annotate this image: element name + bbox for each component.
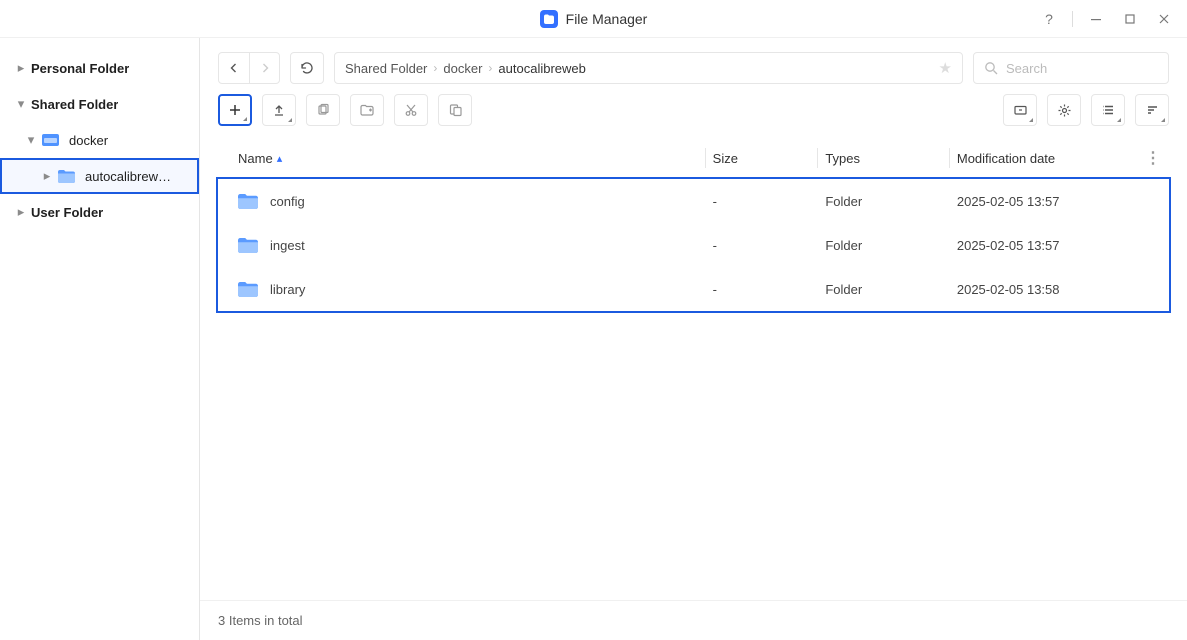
sort-button[interactable] bbox=[1135, 94, 1169, 126]
sidebar-item-user-folder[interactable]: ▸ User Folder bbox=[0, 194, 199, 230]
chevron-down-icon: ▾ bbox=[14, 96, 28, 112]
view-list-button[interactable] bbox=[1091, 94, 1125, 126]
minimize-button[interactable] bbox=[1081, 4, 1111, 34]
chevron-down-icon: ▾ bbox=[24, 132, 38, 148]
sidebar-item-docker[interactable]: ▾ docker bbox=[0, 122, 199, 158]
chevron-right-icon: › bbox=[488, 61, 492, 75]
docker-folder-icon bbox=[42, 133, 59, 147]
column-header-label: Size bbox=[713, 151, 738, 166]
table-row[interactable]: library -Folder2025-02-05 13:58 bbox=[218, 267, 1169, 311]
breadcrumb-item[interactable]: Shared Folder bbox=[345, 61, 427, 76]
file-size: - bbox=[705, 223, 818, 267]
sidebar-item-label: User Folder bbox=[31, 205, 103, 220]
close-button[interactable] bbox=[1149, 4, 1179, 34]
file-size: - bbox=[705, 267, 818, 311]
folder-icon bbox=[238, 281, 258, 297]
status-bar: 3 Items in total bbox=[200, 600, 1187, 640]
file-modified: 2025-02-05 13:58 bbox=[949, 267, 1137, 311]
file-type: Folder bbox=[817, 267, 949, 311]
breadcrumb-item[interactable]: autocalibreweb bbox=[498, 61, 585, 76]
nav-group bbox=[218, 52, 280, 84]
column-header-modified[interactable]: Modification date bbox=[949, 138, 1137, 179]
column-header-name[interactable]: Name ▴ bbox=[218, 138, 705, 179]
app-icon bbox=[540, 10, 558, 28]
file-name: config bbox=[270, 194, 305, 209]
dropdown-corner-icon bbox=[288, 118, 292, 122]
titlebar: File Manager ? bbox=[0, 0, 1187, 38]
chevron-right-icon: › bbox=[433, 61, 437, 75]
dropdown-corner-icon bbox=[1029, 118, 1033, 122]
search-icon bbox=[984, 61, 998, 75]
breadcrumb[interactable]: Shared Folder › docker › autocalibreweb … bbox=[334, 52, 963, 84]
column-header-size[interactable]: Size bbox=[705, 138, 818, 179]
column-header-types[interactable]: Types bbox=[817, 138, 949, 179]
nav-forward-button[interactable] bbox=[249, 53, 279, 83]
more-vertical-icon[interactable]: ⋮ bbox=[1145, 150, 1161, 167]
divider bbox=[1072, 11, 1073, 27]
folder-icon bbox=[238, 237, 258, 253]
file-name: library bbox=[270, 282, 305, 297]
sidebar-item-label: Personal Folder bbox=[31, 61, 129, 76]
table-row[interactable]: config -Folder2025-02-05 13:57 bbox=[218, 179, 1169, 224]
search-box[interactable] bbox=[973, 52, 1169, 84]
maximize-button[interactable] bbox=[1115, 4, 1145, 34]
sort-ascending-icon: ▴ bbox=[277, 152, 283, 165]
sidebar-item-label: Shared Folder bbox=[31, 97, 118, 112]
file-modified: 2025-02-05 13:57 bbox=[949, 223, 1137, 267]
dropdown-corner-icon bbox=[1161, 118, 1165, 122]
sidebar-item-shared-folder[interactable]: ▾ Shared Folder bbox=[0, 86, 199, 122]
file-type: Folder bbox=[817, 179, 949, 224]
nav-back-button[interactable] bbox=[219, 53, 249, 83]
upload-button[interactable] bbox=[262, 94, 296, 126]
cut-button[interactable] bbox=[394, 94, 428, 126]
paste-button[interactable] bbox=[438, 94, 472, 126]
file-table: Name ▴ Size Types bbox=[218, 138, 1169, 311]
help-button[interactable]: ? bbox=[1034, 4, 1064, 34]
sidebar-item-label: docker bbox=[69, 133, 108, 148]
chevron-right-icon: ▸ bbox=[14, 204, 28, 220]
column-header-label: Types bbox=[825, 151, 860, 166]
star-icon[interactable]: ★ bbox=[939, 59, 952, 77]
create-button[interactable] bbox=[218, 94, 252, 126]
column-header-label: Name bbox=[238, 151, 273, 166]
file-type: Folder bbox=[817, 223, 949, 267]
status-text: 3 Items in total bbox=[218, 613, 303, 628]
sidebar-item-label: autocalibrew… bbox=[85, 169, 171, 184]
copy-button[interactable] bbox=[306, 94, 340, 126]
settings-button[interactable] bbox=[1047, 94, 1081, 126]
sidebar: ▸ Personal Folder ▾ Shared Folder ▾ dock… bbox=[0, 38, 200, 640]
app-title: File Manager bbox=[566, 11, 648, 27]
sidebar-item-personal-folder[interactable]: ▸ Personal Folder bbox=[0, 50, 199, 86]
folder-icon bbox=[58, 169, 75, 183]
sidebar-item-autocalibreweb[interactable]: ▸ autocalibrew… bbox=[0, 158, 199, 194]
breadcrumb-item[interactable]: docker bbox=[443, 61, 482, 76]
new-folder-button[interactable] bbox=[350, 94, 384, 126]
chevron-right-icon: ▸ bbox=[14, 60, 28, 76]
main-content: Shared Folder › docker › autocalibreweb … bbox=[200, 38, 1187, 640]
column-header-label: Modification date bbox=[957, 151, 1055, 166]
search-input[interactable] bbox=[1006, 61, 1182, 76]
table-row[interactable]: ingest -Folder2025-02-05 13:57 bbox=[218, 223, 1169, 267]
refresh-button[interactable] bbox=[290, 52, 324, 84]
dropdown-corner-icon bbox=[1117, 118, 1121, 122]
folder-icon bbox=[238, 193, 258, 209]
archive-button[interactable] bbox=[1003, 94, 1037, 126]
file-name: ingest bbox=[270, 238, 305, 253]
file-size: - bbox=[705, 179, 818, 224]
chevron-right-icon: ▸ bbox=[40, 168, 54, 184]
column-header-more[interactable]: ⋮ bbox=[1137, 138, 1169, 179]
file-modified: 2025-02-05 13:57 bbox=[949, 179, 1137, 224]
dropdown-corner-icon bbox=[243, 117, 247, 121]
